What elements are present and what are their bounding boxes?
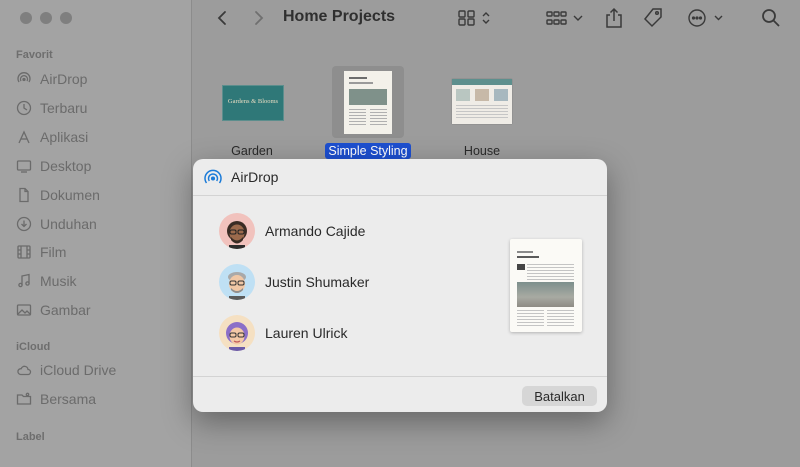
dialog-title: AirDrop: [231, 169, 279, 185]
airdrop-icon: [204, 169, 222, 184]
sidebar-item-movies[interactable]: Film: [16, 241, 66, 263]
person-name: Justin Shumaker: [265, 274, 370, 290]
shared-folder-icon: [16, 392, 32, 405]
sidebar-section-favorites: Favorit: [16, 49, 53, 61]
group-icon: [546, 11, 583, 25]
memoji-icon: [226, 322, 248, 351]
document-icon: [19, 187, 29, 203]
share-icon: [606, 7, 622, 28]
file-simple-styling[interactable]: Simple Styling: [322, 66, 414, 161]
file-garden[interactable]: Gardens & Blooms Garden: [210, 66, 294, 161]
picture-icon: [16, 304, 32, 316]
action-menu-button[interactable]: [686, 8, 726, 28]
sidebar-item-airdrop[interactable]: AirDrop: [16, 68, 87, 90]
airdrop-person[interactable]: Justin Shumaker: [219, 263, 369, 301]
grid-view-icon: [458, 10, 490, 26]
chevron-left-icon: [217, 11, 226, 25]
minimize-window-button[interactable]: [40, 12, 52, 24]
sidebar-item-label: iCloud Drive: [40, 362, 117, 378]
sidebar-item-applications[interactable]: Aplikasi: [16, 126, 88, 148]
tags-button[interactable]: [641, 7, 665, 29]
file-name-selected: Simple Styling: [322, 143, 414, 159]
file-name: House: [463, 144, 501, 158]
desktop-icon: [16, 160, 32, 173]
sidebar-item-pictures[interactable]: Gambar: [16, 299, 91, 321]
clock-icon: [16, 100, 32, 116]
avatar: [219, 315, 255, 351]
person-name: Armando Cajide: [265, 223, 366, 239]
airdrop-dialog: AirDrop Armando Cajide Justin Shumaker L…: [193, 159, 607, 412]
sidebar-item-music[interactable]: Musik: [16, 270, 77, 292]
sidebar-section-icloud: iCloud: [16, 341, 51, 353]
search-button[interactable]: [760, 7, 782, 29]
tag-icon: [643, 8, 662, 28]
sidebar: Favorit AirDrop Terbaru Aplikasi Desktop…: [0, 0, 192, 467]
download-icon: [16, 216, 32, 232]
close-window-button[interactable]: [20, 12, 32, 24]
more-icon: [688, 9, 723, 27]
sidebar-item-desktop[interactable]: Desktop: [16, 155, 91, 177]
file-house[interactable]: House: [440, 66, 524, 161]
airdrop-icon: [17, 72, 31, 83]
sidebar-item-recents[interactable]: Terbaru: [16, 97, 87, 119]
dialog-divider: [193, 376, 607, 377]
garden-thumbnail: Gardens & Blooms: [222, 85, 284, 121]
dialog-header: AirDrop: [193, 159, 607, 196]
film-icon: [17, 245, 31, 259]
sidebar-section-tags: Label: [16, 431, 45, 443]
garden-thumbnail-text: Gardens & Blooms: [227, 98, 279, 105]
shared-document-preview: [510, 239, 582, 332]
music-icon: [18, 273, 30, 288]
sidebar-item-shared[interactable]: Bersama: [16, 388, 96, 410]
cloud-icon: [17, 365, 32, 376]
file-name: Simple Styling: [325, 143, 411, 159]
sidebar-item-label: Gambar: [40, 302, 91, 318]
sidebar-item-icloud-drive[interactable]: iCloud Drive: [16, 359, 116, 381]
sidebar-item-documents[interactable]: Dokumen: [16, 184, 100, 206]
house-thumbnail: [452, 79, 512, 124]
sidebar-item-downloads[interactable]: Unduhan: [16, 213, 97, 235]
share-button[interactable]: [603, 6, 625, 30]
window-title: Home Projects: [283, 8, 396, 25]
memoji-icon: [227, 221, 247, 249]
back-button[interactable]: [213, 8, 231, 28]
zoom-window-button[interactable]: [60, 12, 72, 24]
search-icon: [762, 9, 780, 27]
airdrop-person[interactable]: Lauren Ulrick: [219, 314, 347, 352]
sidebar-item-label: AirDrop: [40, 71, 88, 87]
sidebar-item-label: Musik: [40, 273, 77, 289]
forward-button[interactable]: [250, 8, 268, 28]
group-by-button[interactable]: [544, 8, 586, 28]
sidebar-item-label: Unduhan: [40, 216, 97, 232]
sidebar-item-label: Film: [40, 244, 67, 260]
simple-styling-thumbnail: [344, 71, 392, 134]
applications-icon: [18, 130, 30, 144]
sidebar-item-label: Terbaru: [40, 100, 88, 116]
finder-window: Favorit AirDrop Terbaru Aplikasi Desktop…: [0, 0, 800, 467]
sidebar-item-label: Aplikasi: [40, 129, 89, 145]
sidebar-item-label: Bersama: [40, 391, 97, 407]
avatar: [219, 264, 255, 300]
person-name: Lauren Ulrick: [265, 325, 348, 341]
memoji-icon: [228, 272, 246, 300]
view-mode-button[interactable]: [455, 8, 495, 28]
sidebar-item-label: Dokumen: [40, 187, 100, 203]
file-name: Garden: [231, 144, 273, 158]
avatar: [219, 213, 255, 249]
airdrop-person[interactable]: Armando Cajide: [219, 212, 365, 250]
chevron-right-icon: [255, 11, 264, 25]
sidebar-item-label: Desktop: [40, 158, 92, 174]
cancel-button[interactable]: Batalkan: [522, 386, 597, 406]
window-controls: [20, 12, 72, 24]
